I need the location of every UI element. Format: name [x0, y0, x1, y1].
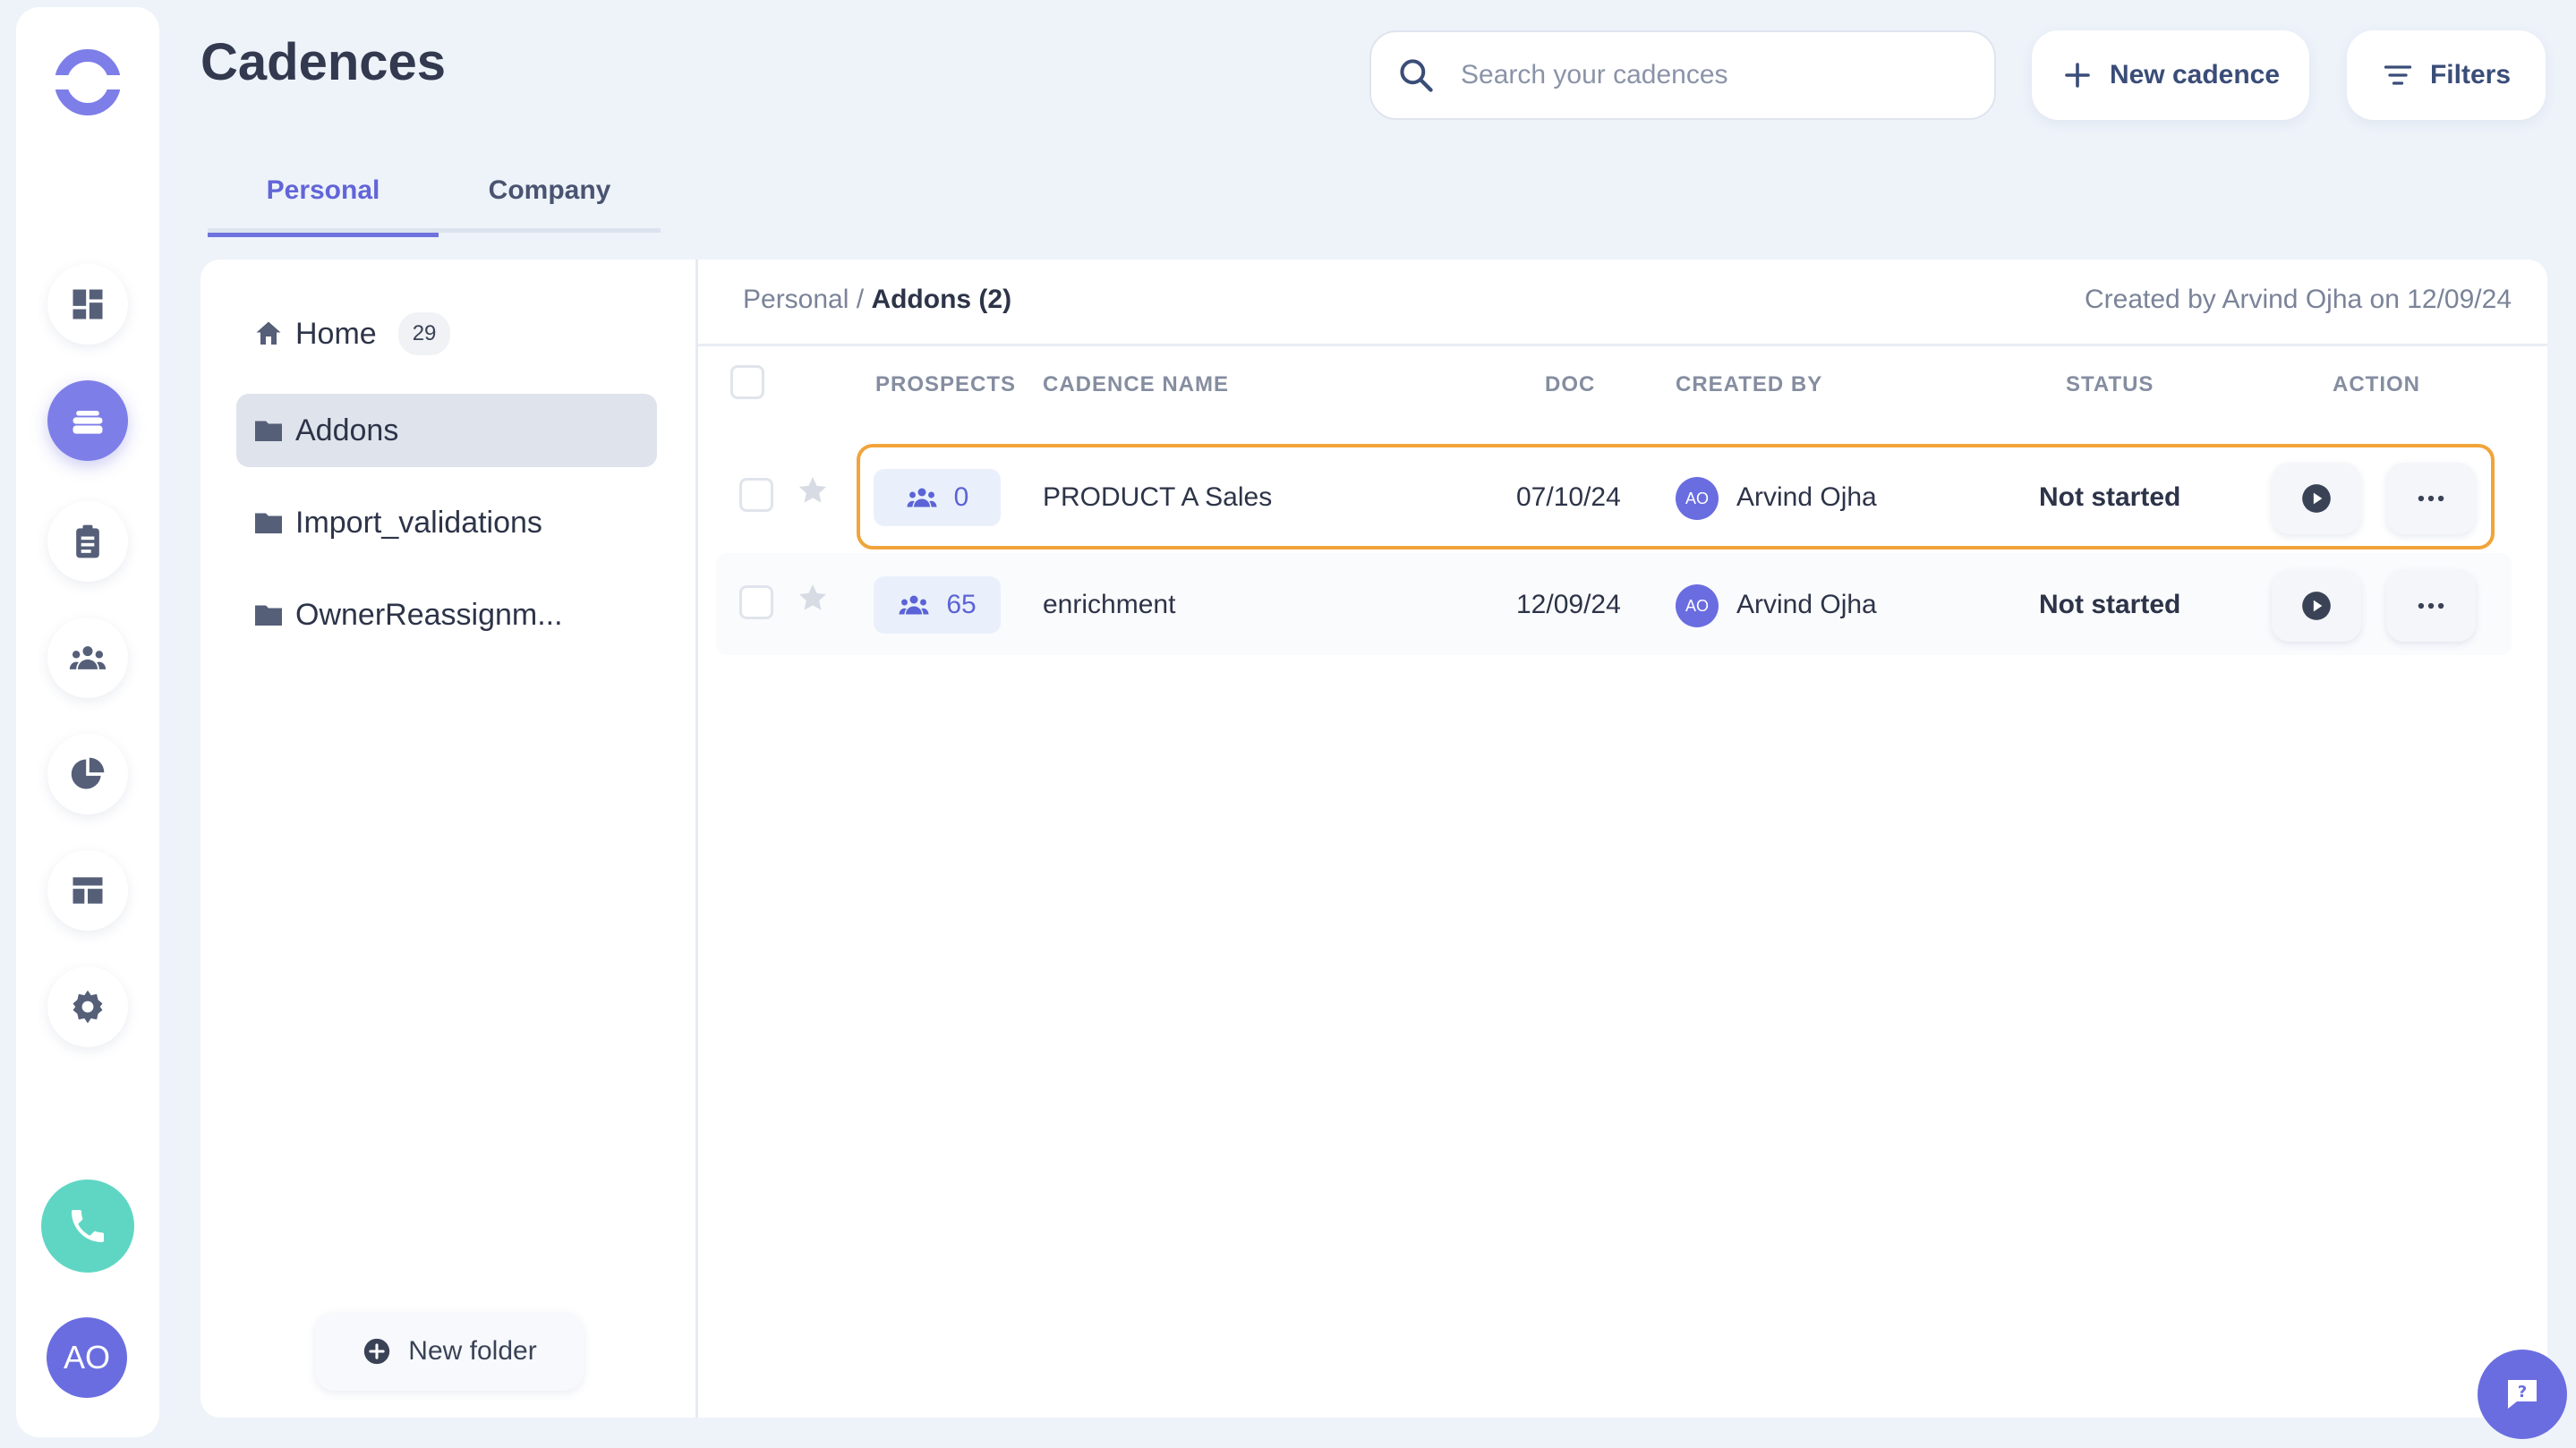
new-folder-button[interactable]: New folder — [315, 1312, 584, 1391]
sidebar-item-people[interactable] — [47, 618, 128, 698]
page-title: Cadences — [200, 33, 447, 91]
search-icon — [1400, 59, 1433, 92]
doc-date: 12/09/24 — [1516, 590, 1621, 619]
folder-owner-reassignment[interactable]: OwnerReassignm... — [236, 578, 657, 652]
breadcrumb-current: Addons (2) — [871, 285, 1012, 314]
row-checkbox[interactable] — [739, 585, 773, 619]
new-folder-label: New folder — [408, 1336, 537, 1366]
pie-chart-icon — [71, 757, 105, 789]
status-label: Not started — [2039, 482, 2181, 512]
home-icon — [256, 321, 281, 345]
column-header-created-by[interactable]: CREATED BY — [1676, 372, 1822, 397]
people-icon — [899, 595, 929, 615]
more-dots-icon — [2418, 495, 2444, 502]
breadcrumb-root[interactable]: Personal — [743, 285, 849, 314]
plus-icon — [2065, 63, 2090, 88]
column-header-action[interactable]: ACTION — [2333, 372, 2420, 397]
filters-label: Filters — [2429, 60, 2512, 89]
tab-bar: Personal Company — [208, 166, 661, 237]
gear-icon — [73, 990, 103, 1024]
sidebar-item-tasks[interactable] — [47, 501, 128, 582]
created-info: Created by Arvind Ojha on 12/09/24 — [2085, 285, 2512, 314]
filters-button[interactable]: Filters — [2347, 30, 2546, 120]
status-label: Not started — [2039, 590, 2181, 619]
app-logo[interactable] — [52, 47, 124, 118]
sidebar-item-reports[interactable] — [47, 734, 128, 814]
folder-label: Import_validations — [295, 505, 542, 540]
star-icon[interactable] — [797, 474, 829, 507]
column-header-cadence-name[interactable]: CADENCE NAME — [1043, 372, 1229, 397]
play-icon — [2302, 484, 2331, 513]
help-chat-button[interactable]: ? — [2478, 1350, 2567, 1439]
sidebar-item-dashboard[interactable] — [47, 264, 128, 345]
tab-company[interactable]: Company — [439, 175, 661, 206]
column-header-prospects[interactable]: PROSPECTS — [875, 372, 1016, 397]
select-all-checkbox[interactable] — [730, 365, 764, 399]
prospects-count-button[interactable]: 0 — [874, 469, 1001, 526]
main-panel: Home 29 Addons Import_validations OwnerR… — [200, 260, 2547, 1418]
people-icon — [907, 488, 937, 507]
creator-avatar: AO — [1676, 584, 1719, 627]
phone-icon — [72, 1210, 104, 1242]
prospects-count: 0 — [953, 482, 969, 512]
more-options-button[interactable] — [2386, 570, 2476, 642]
search-input[interactable] — [1461, 60, 1962, 90]
more-dots-icon — [2418, 602, 2444, 609]
new-cadence-label: New cadence — [2109, 60, 2281, 89]
breadcrumb: Personal / Addons (2) — [743, 285, 1011, 315]
folder-icon — [255, 605, 282, 626]
creator-avatar: AO — [1676, 477, 1719, 520]
templates-icon — [73, 877, 103, 904]
more-options-button[interactable] — [2386, 463, 2476, 534]
prospects-count-button[interactable]: 65 — [874, 576, 1001, 634]
folder-icon — [255, 513, 282, 533]
folder-label: Addons — [295, 413, 399, 447]
search-box[interactable] — [1369, 30, 1996, 120]
people-icon — [69, 646, 107, 669]
call-button[interactable] — [41, 1180, 134, 1273]
creator-name: Arvind Ojha — [1736, 482, 1877, 512]
cadence-name-link[interactable]: enrichment — [1043, 590, 1175, 620]
creator-name: Arvind Ojha — [1736, 590, 1877, 619]
sidebar: AO — [16, 7, 159, 1437]
help-chat-icon: ? — [2508, 1380, 2537, 1409]
star-icon[interactable] — [797, 582, 829, 614]
folder-icon — [255, 421, 282, 441]
svg-text:?: ? — [2518, 1383, 2527, 1401]
column-header-doc[interactable]: DOC — [1545, 372, 1595, 397]
divider — [698, 344, 2547, 346]
count-badge: 29 — [397, 312, 451, 355]
folder-list: Home 29 Addons Import_validations OwnerR… — [200, 260, 698, 1418]
filter-icon — [2384, 65, 2412, 85]
folder-import-validations[interactable]: Import_validations — [236, 486, 657, 559]
folder-addons[interactable]: Addons — [236, 394, 657, 467]
folder-label: OwnerReassignm... — [295, 597, 563, 632]
plus-circle-icon — [364, 1338, 390, 1365]
folder-home[interactable]: Home 29 — [236, 297, 657, 371]
play-button[interactable] — [2272, 463, 2361, 534]
user-avatar[interactable]: AO — [47, 1317, 127, 1398]
new-cadence-button[interactable]: New cadence — [2032, 30, 2309, 120]
column-header-status[interactable]: STATUS — [2066, 372, 2154, 397]
folder-label: Home — [295, 316, 377, 351]
cadence-name-link[interactable]: PRODUCT A Sales — [1043, 482, 1272, 513]
sidebar-item-cadences[interactable] — [47, 380, 128, 461]
sidebar-item-templates[interactable] — [47, 850, 128, 931]
play-icon — [2302, 592, 2331, 620]
dashboard-icon — [73, 289, 103, 319]
tab-personal[interactable]: Personal — [208, 175, 439, 237]
row-checkbox[interactable] — [739, 478, 773, 512]
prospects-count: 65 — [946, 590, 977, 619]
sidebar-item-settings[interactable] — [47, 967, 128, 1047]
tasks-clipboard-icon — [76, 524, 99, 558]
play-button[interactable] — [2272, 570, 2361, 642]
cadences-icon — [73, 411, 103, 434]
breadcrumb-separator: / — [856, 285, 865, 314]
doc-date: 07/10/24 — [1516, 482, 1621, 512]
